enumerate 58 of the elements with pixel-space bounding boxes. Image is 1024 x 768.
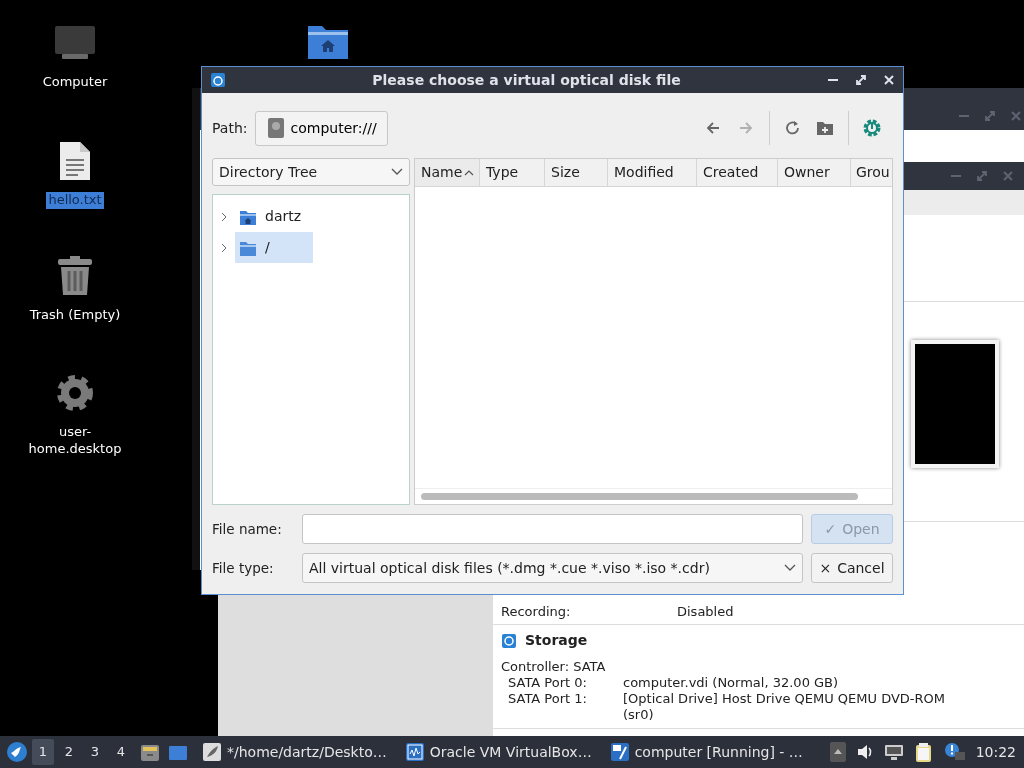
detail-value: [Optical Drive] Host Drive QEMU QEMU DVD-ROM (sr0) (623, 691, 946, 723)
dialog-button[interactable]: × Cancel (811, 553, 893, 583)
file-type-dropdown[interactable]: All virtual optical disk files (*.dmg *.cue *.viso *.iso *.cdr) (302, 553, 803, 583)
monitor-icon (404, 742, 425, 762)
drive-icon (268, 118, 285, 138)
new-folder-icon[interactable] (816, 119, 834, 137)
expander-icon[interactable] (219, 211, 229, 222)
tree-item[interactable]: / (235, 232, 313, 263)
chevron-down-icon (391, 168, 403, 176)
notification-icon[interactable] (943, 742, 966, 762)
column-header[interactable]: Name (415, 159, 480, 186)
scrollbar-thumb[interactable] (421, 493, 858, 500)
clipboard-icon[interactable] (913, 742, 934, 762)
file-cabinet-icon[interactable] (140, 743, 160, 762)
detail-label: Controller: SATA (501, 659, 607, 675)
file-name-field[interactable] (302, 514, 803, 544)
tree-item[interactable]: dartz (235, 201, 310, 232)
clock[interactable]: 10:22 (975, 741, 1018, 763)
feather-icon (202, 742, 222, 762)
desktop-icon[interactable] (168, 743, 188, 762)
file-type-label: File type: (212, 558, 275, 578)
path-button[interactable]: computer:/// (255, 110, 388, 146)
refresh-icon[interactable] (784, 119, 802, 137)
folder-icon (239, 239, 257, 256)
detail-label: SATA Port 0: (507, 675, 588, 691)
app-icon (210, 72, 226, 88)
desktop-icon-label[interactable]: Trash (Empty) (27, 307, 123, 324)
window-icon (609, 742, 630, 762)
desktop-icon-label[interactable]: hello.txt (46, 192, 104, 209)
section-title: Storage (525, 631, 588, 650)
detail-value: Disabled (677, 604, 734, 620)
gear-icon[interactable] (54, 372, 96, 414)
expander-icon[interactable] (219, 242, 229, 253)
home-folder-icon (239, 208, 257, 225)
settings-icon[interactable] (863, 119, 881, 137)
start-menu-icon[interactable] (6, 741, 28, 763)
detail-value: computer.vdi (Normal, 32.00 GB) (623, 675, 840, 691)
workspace-button[interactable]: 4 (110, 739, 132, 765)
workspace-button[interactable]: 2 (58, 739, 80, 765)
view-dropdown[interactable]: Directory Tree (212, 158, 410, 186)
detail-label: Recording: (501, 604, 572, 620)
workspace-button[interactable]: 1 (32, 739, 54, 765)
chevron-down-icon (784, 564, 796, 572)
path-label: Path: (212, 118, 248, 138)
trash-icon[interactable] (56, 255, 94, 297)
desktop-icon-label[interactable]: Computer (40, 74, 110, 91)
speaker-icon[interactable] (855, 742, 874, 762)
disk-icon (501, 632, 517, 649)
task-button[interactable]: computer [Running] - … (605, 738, 807, 766)
workspace-button[interactable]: 3 (84, 739, 106, 765)
desktop-icon-label[interactable]: user-home.desktop (20, 424, 130, 458)
task-button[interactable]: */home/dartz/Deskto… (198, 738, 391, 766)
network-icon[interactable] (883, 742, 904, 762)
task-button[interactable]: Oracle VM VirtualBox… (400, 738, 596, 766)
text-file-icon[interactable] (58, 140, 92, 182)
detail-label: SATA Port 1: (507, 691, 588, 708)
window-title: Please choose a virtual optical disk file (371, 70, 682, 90)
file-name-label: File name: (212, 519, 283, 539)
